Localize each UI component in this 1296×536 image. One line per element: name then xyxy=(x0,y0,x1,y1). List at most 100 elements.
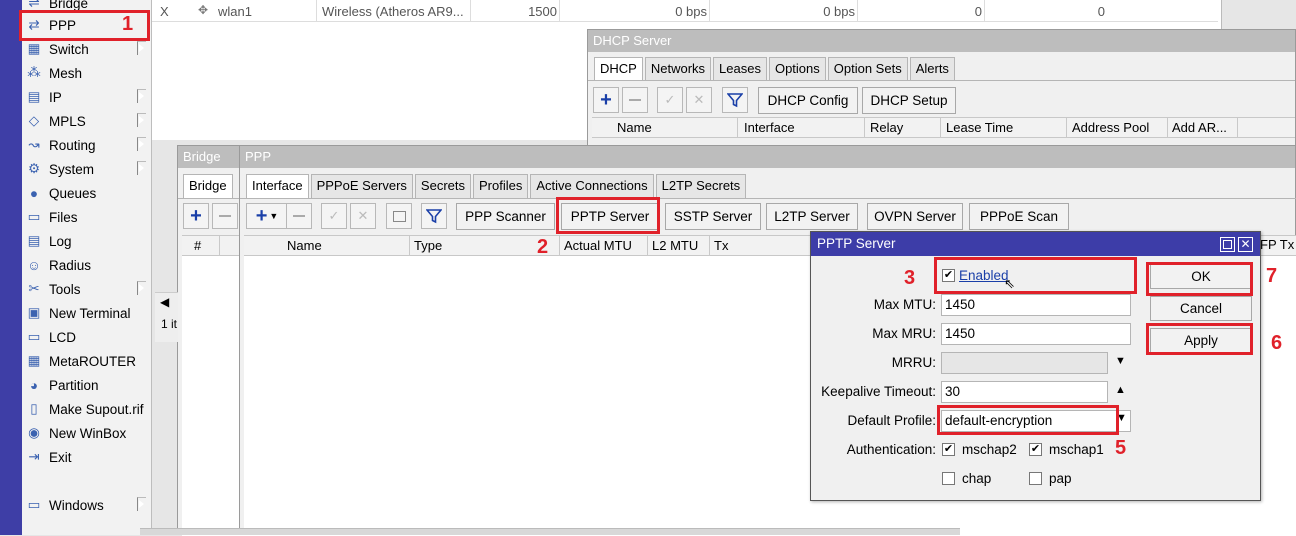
sidebar-item-ip[interactable]: ▤ IP xyxy=(22,85,151,109)
sidebar-item-exit[interactable]: ⇥ Exit xyxy=(22,445,151,469)
tab-alerts[interactable]: Alerts xyxy=(909,57,955,81)
switch-icon: ▦ xyxy=(27,41,41,56)
bridge-title[interactable]: Bridge xyxy=(178,146,243,168)
ovpn-server-button[interactable]: OVPN Server xyxy=(867,203,963,230)
supout-icon: ▯ xyxy=(30,401,38,416)
column-header[interactable]: Lease Time xyxy=(942,118,1067,138)
max-mru-input[interactable]: 1450 xyxy=(941,323,1131,345)
tab-pppoe-servers[interactable]: PPPoE Servers xyxy=(310,174,413,198)
mrru-input[interactable] xyxy=(941,352,1108,374)
sidebar-item-label: Tools xyxy=(49,281,81,297)
remove-button[interactable] xyxy=(286,203,312,229)
tab-profiles[interactable]: Profiles xyxy=(473,174,529,198)
dhcp-title[interactable]: DHCP Server xyxy=(588,30,1295,52)
check-icon: ✓ xyxy=(664,92,676,107)
sidebar-item-tools[interactable]: ✂ Tools xyxy=(22,277,151,301)
sidebar-item-label: Bridge xyxy=(49,0,89,11)
chap-checkbox[interactable] xyxy=(942,472,955,485)
remove-button[interactable] xyxy=(622,87,648,113)
filter-button[interactable] xyxy=(722,87,748,113)
bridge-list xyxy=(182,256,244,536)
filter-icon xyxy=(426,209,442,224)
scroll-left-icon[interactable]: ◀ xyxy=(160,295,169,309)
pap-checkbox[interactable] xyxy=(1029,472,1042,485)
bridge-window: Bridge Bridge + # xyxy=(177,145,244,536)
sidebar-item-new-terminal[interactable]: ▣ New Terminal xyxy=(22,301,151,325)
column-header[interactable]: Name xyxy=(283,236,410,256)
column-header[interactable]: FP Tx xyxy=(1260,237,1294,252)
sidebar-item-routing[interactable]: ↝ Routing xyxy=(22,133,151,157)
sidebar-item-lcd[interactable]: ▭ LCD xyxy=(22,325,151,349)
ppp-tabs: Interface PPPoE Servers Secrets Profiles Act… xyxy=(246,174,748,198)
ppp-scanner-button[interactable]: PPP Scanner xyxy=(456,203,555,230)
tab-option-sets[interactable]: Option Sets xyxy=(827,57,908,81)
mrru-label: MRRU: xyxy=(891,355,936,370)
sstp-server-button[interactable]: SSTP Server xyxy=(665,203,761,230)
expand-down-icon[interactable]: ▼ xyxy=(1115,355,1126,367)
column-header[interactable]: Interface xyxy=(740,118,865,138)
column-header[interactable]: Add AR... xyxy=(1168,118,1238,138)
tab-interface[interactable]: Interface xyxy=(246,174,309,198)
comment-button[interactable] xyxy=(386,203,412,229)
sidebar-item-label: LCD xyxy=(49,329,77,345)
sidebar-item-log[interactable]: ▤ Log xyxy=(22,229,151,253)
column-header[interactable]: L2 MTU xyxy=(648,236,710,256)
sidebar-item-mesh[interactable]: ⁂ Mesh xyxy=(22,61,151,85)
close-button[interactable]: ✕ xyxy=(1238,237,1253,252)
maximize-button[interactable] xyxy=(1220,237,1235,252)
rx-cell: 0 bps xyxy=(823,4,855,19)
enable-button[interactable]: ✓ xyxy=(657,87,683,113)
dhcp-config-button[interactable]: DHCP Config xyxy=(758,87,858,114)
l2tp-server-button[interactable]: L2TP Server xyxy=(766,203,858,230)
enable-button[interactable]: ✓ xyxy=(321,203,347,229)
add-button[interactable]: + xyxy=(183,203,209,229)
column-header[interactable]: Actual MTU xyxy=(560,236,648,256)
column-header[interactable]: # xyxy=(190,236,220,256)
sidebar-item-mpls[interactable]: ◇ MPLS xyxy=(22,109,151,133)
remove-button[interactable] xyxy=(212,203,238,229)
tab-bridge[interactable]: Bridge xyxy=(183,174,233,198)
pptp-title[interactable]: PPTP Server xyxy=(811,232,1260,256)
mschap2-checkbox[interactable]: ✔ xyxy=(942,443,955,456)
dhcp-setup-button[interactable]: DHCP Setup xyxy=(862,87,956,114)
sidebar-item-system[interactable]: ⚙ System xyxy=(22,157,151,181)
sidebar-item-label: Switch xyxy=(49,41,89,57)
sidebar-item-queues[interactable]: ● Queues xyxy=(22,181,151,205)
tab-dhcp[interactable]: DHCP xyxy=(594,57,643,81)
tab-active-connections[interactable]: Active Connections xyxy=(530,174,654,198)
mschap1-checkbox[interactable]: ✔ xyxy=(1029,443,1042,456)
filter-button[interactable] xyxy=(421,203,447,229)
sidebar-item-radius[interactable]: ☺ Radius xyxy=(22,253,151,277)
authentication-label: Authentication: xyxy=(846,442,936,457)
sidebar-item-windows[interactable]: ▭ Windows xyxy=(22,493,151,517)
count-cell: 0 xyxy=(1097,4,1105,19)
disable-button[interactable]: ✕ xyxy=(686,87,712,113)
divider xyxy=(316,0,317,22)
table-row[interactable]: X ✥ wlan1 Wireless (Atheros AR9... 1500 … xyxy=(152,0,1218,22)
sidebar-item-files[interactable]: ▭ Files xyxy=(22,205,151,229)
column-header[interactable]: Relay xyxy=(866,118,941,138)
add-menu-button[interactable]: + ▼ xyxy=(246,203,288,229)
tab-l2tp-secrets[interactable]: L2TP Secrets xyxy=(655,174,747,198)
max-mtu-input[interactable]: 1450 xyxy=(941,294,1131,316)
sidebar-item-new-winbox[interactable]: ◉ New WinBox xyxy=(22,421,151,445)
disable-button[interactable]: ✕ xyxy=(350,203,376,229)
max-mtu-label: Max MTU: xyxy=(873,297,936,312)
sidebar-item-metarouter[interactable]: ▦ MetaROUTER xyxy=(22,349,151,373)
tab-secrets[interactable]: Secrets xyxy=(414,174,471,198)
submenu-arrow-icon xyxy=(137,41,146,55)
ppp-title[interactable]: PPP xyxy=(240,146,1295,168)
sidebar-item-make-supout-rif[interactable]: ▯ Make Supout.rif xyxy=(22,397,151,421)
sidebar-item-partition[interactable]: ◕ Partition xyxy=(22,373,151,397)
keepalive-input[interactable]: 30 xyxy=(941,381,1108,403)
tab-networks[interactable]: Networks xyxy=(644,57,712,81)
column-header[interactable]: Address Pool xyxy=(1068,118,1168,138)
cancel-button[interactable]: Cancel xyxy=(1150,296,1252,321)
pppoe-scan-button[interactable]: PPPoE Scan xyxy=(969,203,1069,230)
tab-leases[interactable]: Leases xyxy=(713,57,767,81)
collapse-up-icon[interactable]: ▲ xyxy=(1115,384,1126,396)
winbox-icon: ◉ xyxy=(28,425,40,440)
tab-options[interactable]: Options xyxy=(768,57,826,81)
add-button[interactable]: + xyxy=(593,87,619,113)
column-header[interactable]: Name xyxy=(613,118,738,138)
